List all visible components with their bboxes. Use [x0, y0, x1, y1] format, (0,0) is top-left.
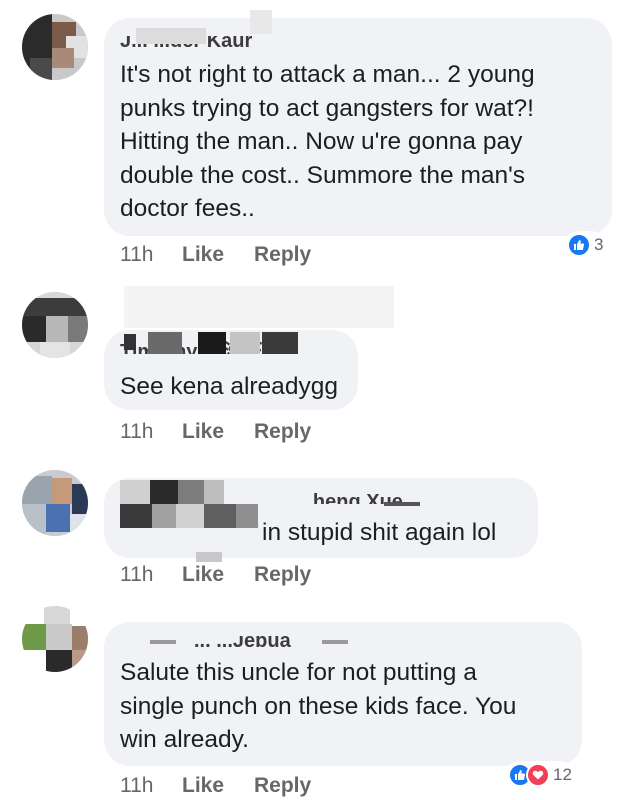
comment-actions: 11h Like Reply	[120, 774, 311, 798]
name-redaction	[236, 504, 258, 528]
reply-button[interactable]: Reply	[254, 420, 311, 444]
like-button[interactable]: Like	[182, 563, 254, 587]
comment-timestamp[interactable]: 11h	[120, 563, 182, 587]
comment-actions: 11h Like Reply	[120, 563, 311, 587]
reply-button[interactable]: Reply	[254, 243, 311, 267]
name-redaction	[322, 640, 348, 644]
name-redaction	[152, 504, 176, 528]
comment-bubble: J... ...der Kaur It's not right to attac…	[104, 10, 612, 236]
comment-bubble: ... ...heng Xue in stupid shit again lol	[104, 478, 538, 558]
commenter-avatar[interactable]	[22, 606, 88, 672]
comment-timestamp[interactable]: 11h	[120, 774, 182, 798]
heart-icon	[526, 763, 550, 787]
commenter-avatar[interactable]	[22, 292, 88, 358]
name-redaction	[124, 286, 394, 328]
name-redaction	[150, 480, 178, 504]
comment-text: See kena alreadygg	[120, 373, 338, 400]
like-icon	[567, 233, 591, 257]
name-redaction	[120, 504, 152, 528]
name-redaction	[250, 10, 272, 34]
name-redaction	[204, 480, 224, 504]
comment-text: It's not right to attack a man... 2 youn…	[120, 61, 535, 222]
name-redaction	[120, 480, 150, 504]
comment-author[interactable]: ... ...Jebua	[194, 636, 374, 652]
comment-text: Salute this uncle for not putting a sing…	[120, 659, 517, 753]
reaction-count: 12	[553, 765, 572, 784]
name-redaction	[148, 332, 182, 354]
name-redaction	[198, 332, 226, 354]
name-redaction	[136, 28, 206, 44]
name-redaction	[204, 504, 236, 528]
name-redaction	[150, 640, 176, 644]
comment-timestamp[interactable]: 11h	[120, 243, 182, 267]
comment-thread: J... ...der Kaur It's not right to attac…	[0, 0, 638, 800]
commenter-avatar[interactable]	[22, 470, 88, 536]
name-redaction	[262, 332, 298, 354]
reaction-count: 3	[594, 235, 604, 254]
name-redaction	[384, 502, 420, 506]
name-redaction	[178, 480, 204, 504]
comment-actions: 11h Like Reply	[120, 243, 311, 267]
reaction-summary[interactable]: 3	[565, 231, 606, 259]
comment-bubble: Timothy 江浩正 See kena alreadygg	[104, 286, 394, 410]
reply-button[interactable]: Reply	[254, 563, 311, 587]
comment-actions: 11h Like Reply	[120, 420, 311, 444]
comment-text: in stupid shit again lol	[262, 519, 497, 546]
name-redaction	[230, 332, 260, 354]
comment-bubble: ... ...Jebua Salute this uncle for not p…	[104, 622, 582, 766]
like-button[interactable]: Like	[182, 243, 254, 267]
reply-button[interactable]: Reply	[254, 774, 311, 798]
name-redaction	[196, 552, 222, 562]
like-button[interactable]: Like	[182, 420, 254, 444]
comment-timestamp[interactable]: 11h	[120, 420, 182, 444]
name-redaction	[124, 334, 136, 350]
commenter-avatar[interactable]	[22, 14, 88, 80]
reaction-summary[interactable]: 12	[506, 761, 574, 789]
name-redaction	[176, 504, 204, 528]
like-button[interactable]: Like	[182, 774, 254, 798]
